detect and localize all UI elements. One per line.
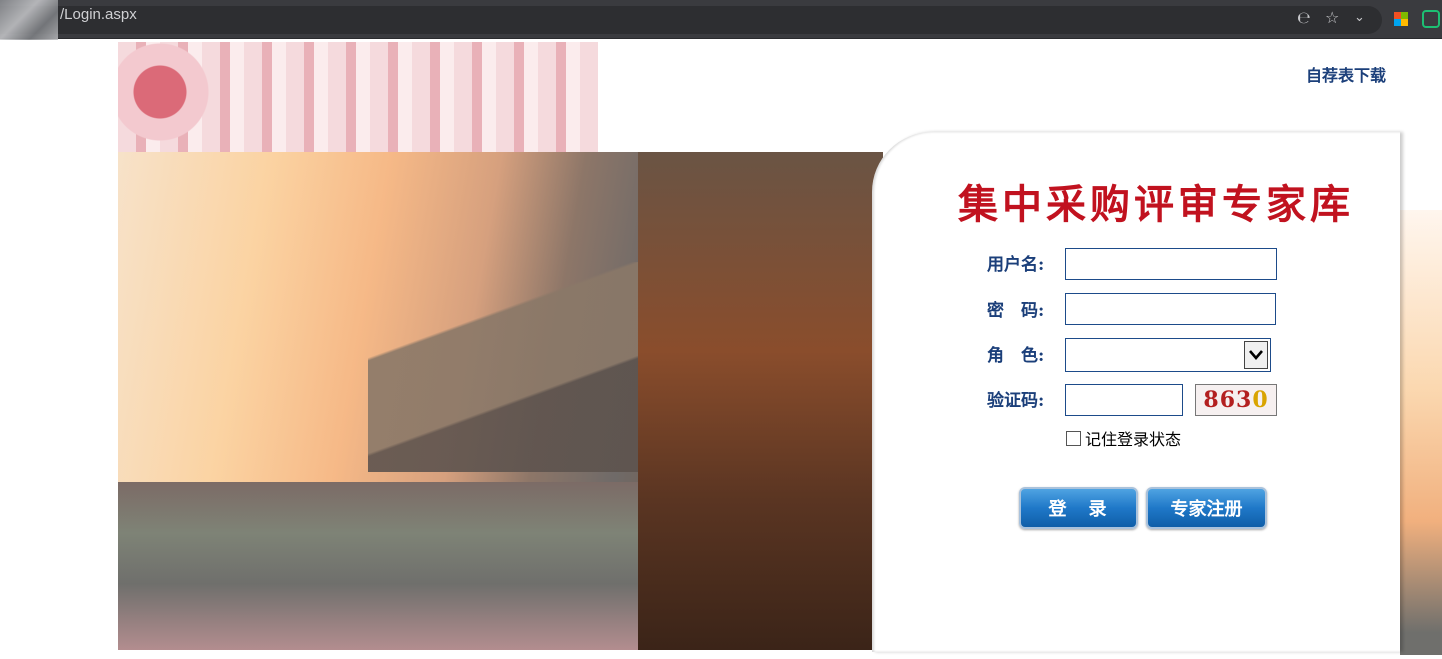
role-label: 角 色: [987, 346, 1045, 366]
captcha-input[interactable] [1065, 384, 1183, 416]
microsoft-icon[interactable] [1394, 12, 1408, 26]
url-text[interactable]: /Login.aspx [60, 6, 137, 23]
extension-icon[interactable] [1422, 10, 1440, 28]
browser-toolbar: /Login.aspx ℮ ☆ ⌄ [0, 0, 1442, 40]
chevron-down-icon[interactable] [1244, 341, 1268, 369]
password-label: 密 码: [987, 301, 1045, 321]
captcha-label: 验证码: [987, 391, 1045, 411]
captcha-char: 6 [1219, 387, 1236, 413]
register-button[interactable]: 专家注册 [1146, 487, 1267, 529]
remember-checkbox[interactable] [1066, 430, 1081, 446]
chevron-down-icon[interactable]: ⌄ [1354, 8, 1365, 28]
banner-photo [118, 152, 883, 650]
site-logo [118, 42, 598, 154]
blurred-url-prefix [0, 0, 58, 40]
password-input[interactable] [1065, 293, 1276, 325]
star-icon[interactable]: ☆ [1325, 8, 1339, 28]
login-button[interactable]: 登 录 [1019, 487, 1138, 529]
download-form-link[interactable]: 自荐表下载 [1306, 62, 1386, 86]
role-select[interactable] [1065, 338, 1271, 372]
side-photo-strip [1400, 210, 1442, 655]
address-bar[interactable] [0, 6, 1382, 34]
system-title: 集中采购评审专家库 [958, 181, 1354, 228]
captcha-char: 8 [1203, 387, 1220, 413]
remember-label: 记住登录状态 [1085, 430, 1182, 449]
remember-login[interactable]: 记住登录状态 [1066, 426, 1181, 450]
captcha-char: 3 [1236, 387, 1253, 413]
username-label: 用户名: [987, 255, 1045, 275]
username-input[interactable] [1065, 248, 1277, 280]
edge-icon[interactable]: ℮ [1297, 8, 1311, 28]
captcha-char: 0 [1252, 387, 1269, 413]
photo-pier [638, 152, 883, 650]
photo-bridge [368, 262, 668, 472]
captcha-image[interactable]: 8 6 3 0 [1195, 384, 1277, 416]
